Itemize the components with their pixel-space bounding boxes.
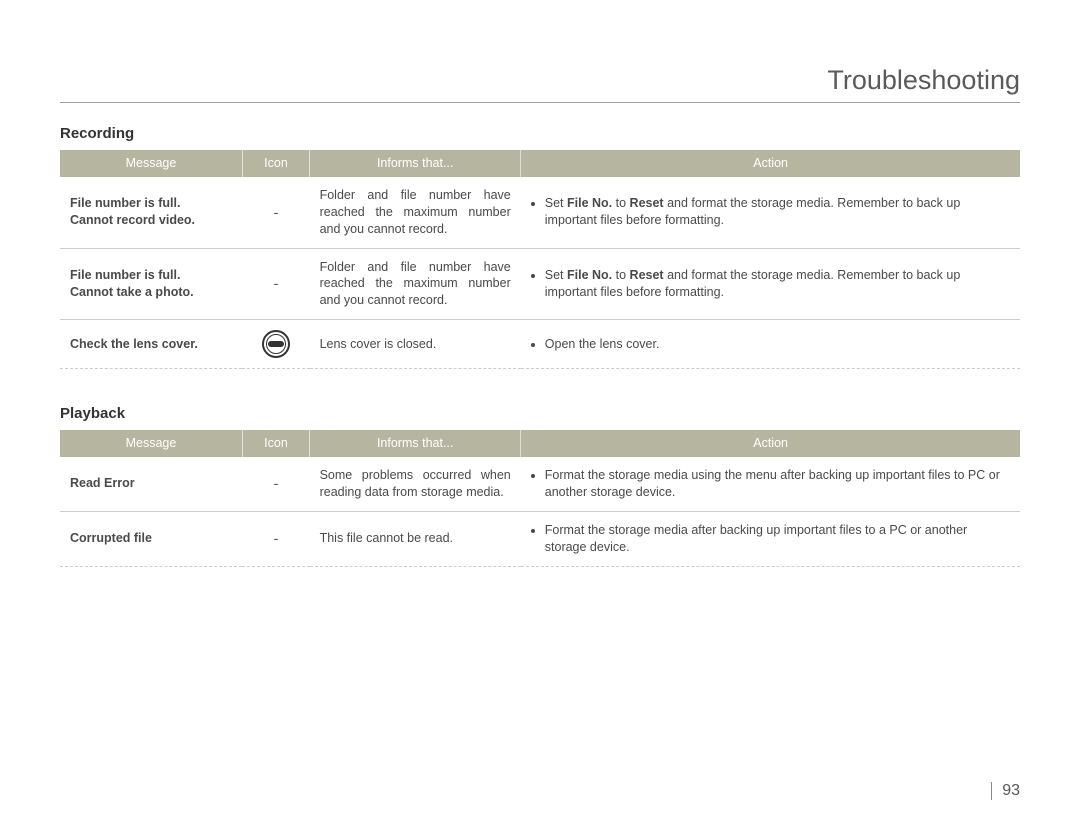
- cell-message: File number is full.Cannot take a photo.: [60, 248, 242, 320]
- cell-message: Read Error: [60, 457, 242, 511]
- section-heading: Playback: [60, 405, 1020, 422]
- cell-icon: -: [242, 177, 309, 248]
- column-header-informs: Informs that...: [310, 430, 521, 457]
- message-line: Corrupted file: [70, 530, 232, 547]
- cell-informs: This file cannot be read.: [310, 511, 521, 566]
- cell-informs: Some problems occurred when reading data…: [310, 457, 521, 511]
- cell-icon: -: [242, 457, 309, 511]
- column-header-icon: Icon: [242, 150, 309, 177]
- dash-icon: -: [274, 275, 279, 291]
- cell-informs: Folder and file number have reached the …: [310, 248, 521, 320]
- action-item: Open the lens cover.: [545, 336, 1010, 353]
- column-header-informs: Informs that...: [310, 150, 521, 177]
- column-header-message: Message: [60, 430, 242, 457]
- troubleshooting-table: MessageIconInforms that...ActionFile num…: [60, 150, 1020, 369]
- table-row: File number is full.Cannot take a photo.…: [60, 248, 1020, 320]
- page-title: Troubleshooting: [60, 65, 1020, 103]
- action-item: Set File No. to Reset and format the sto…: [545, 267, 1010, 301]
- lens-cover-icon: [262, 330, 290, 358]
- cell-informs: Lens cover is closed.: [310, 320, 521, 369]
- column-header-action: Action: [521, 150, 1020, 177]
- message-line: Cannot record video.: [70, 212, 232, 229]
- table-row: Check the lens cover. Lens cover is close…: [60, 320, 1020, 369]
- table-row: Read Error - Some problems occurred when r…: [60, 457, 1020, 511]
- action-item: Set File No. to Reset and format the sto…: [545, 195, 1010, 229]
- column-header-message: Message: [60, 150, 242, 177]
- cell-action: Set File No. to Reset and format the sto…: [521, 248, 1020, 320]
- table-row: File number is full.Cannot record video.…: [60, 177, 1020, 248]
- message-line: Read Error: [70, 475, 232, 492]
- cell-message: Corrupted file: [60, 511, 242, 566]
- troubleshooting-table: MessageIconInforms that...ActionRead Err…: [60, 430, 1020, 566]
- cell-icon: -: [242, 511, 309, 566]
- cell-icon: -: [242, 248, 309, 320]
- cell-informs: Folder and file number have reached the …: [310, 177, 521, 248]
- message-line: File number is full.: [70, 267, 232, 284]
- column-header-action: Action: [521, 430, 1020, 457]
- cell-action: Format the storage media after backing u…: [521, 511, 1020, 566]
- dash-icon: -: [274, 475, 279, 491]
- section-heading: Recording: [60, 125, 1020, 142]
- cell-action: Open the lens cover.: [521, 320, 1020, 369]
- cell-action: Set File No. to Reset and format the sto…: [521, 177, 1020, 248]
- dash-icon: -: [274, 530, 279, 546]
- message-line: File number is full.: [70, 195, 232, 212]
- dash-icon: -: [274, 204, 279, 220]
- cell-icon: [242, 320, 309, 369]
- cell-action: Format the storage media using the menu …: [521, 457, 1020, 511]
- cell-message: File number is full.Cannot record video.: [60, 177, 242, 248]
- action-item: Format the storage media after backing u…: [545, 522, 1010, 556]
- table-row: Corrupted file - This file cannot be read.…: [60, 511, 1020, 566]
- cell-message: Check the lens cover.: [60, 320, 242, 369]
- column-header-icon: Icon: [242, 430, 309, 457]
- action-item: Format the storage media using the menu …: [545, 467, 1010, 501]
- message-line: Cannot take a photo.: [70, 284, 232, 301]
- page-number: 93: [991, 782, 1020, 800]
- message-line: Check the lens cover.: [70, 336, 232, 353]
